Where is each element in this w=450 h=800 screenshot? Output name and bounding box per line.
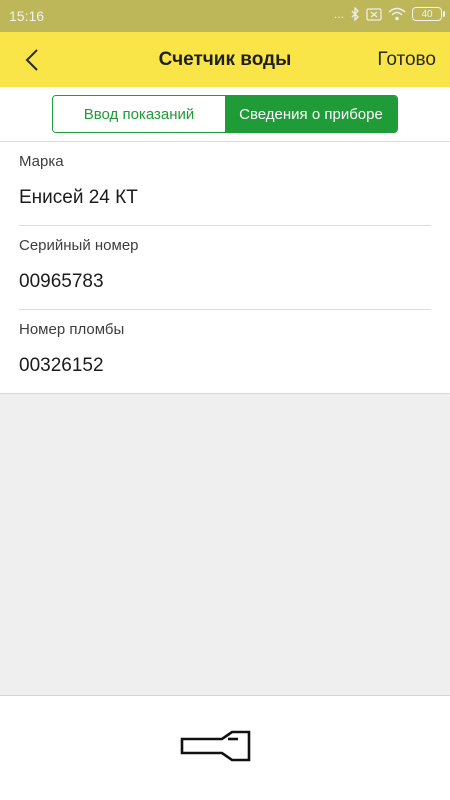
bottom-bar — [0, 695, 450, 800]
field-label: Марка — [19, 153, 64, 170]
field-label: Серийный номер — [19, 237, 139, 254]
back-button[interactable] — [18, 45, 48, 75]
segmented-control: Ввод показаний Сведения о приборе — [52, 95, 398, 133]
tab-device-info[interactable]: Сведения о приборе — [225, 96, 397, 132]
flashlight-button[interactable] — [178, 726, 254, 766]
tab-readings-input[interactable]: Ввод показаний — [53, 96, 225, 132]
sim-icon — [366, 7, 382, 21]
wifi-icon — [388, 7, 406, 21]
status-dots: ... — [333, 7, 344, 21]
field-brand[interactable]: Марка Енисей 24 КТ — [19, 142, 431, 226]
bluetooth-icon — [351, 7, 359, 21]
field-value: 00965783 — [19, 271, 104, 292]
status-time: 15:16 — [9, 8, 45, 24]
field-label: Номер пломбы — [19, 321, 125, 338]
status-icons: ... 40 — [333, 7, 445, 21]
chevron-left-icon — [25, 49, 38, 71]
battery-icon: 40 — [412, 7, 445, 21]
tabs-area: Ввод показаний Сведения о приборе — [0, 87, 450, 142]
field-value: Енисей 24 КТ — [19, 187, 138, 208]
status-bar: 15:16 ... 40 — [0, 0, 450, 32]
flashlight-icon — [180, 730, 251, 762]
battery-level: 40 — [421, 8, 433, 20]
field-value: 00326152 — [19, 355, 104, 376]
field-seal-number[interactable]: Номер пломбы 00326152 — [19, 310, 431, 394]
app-bar: Счетчик воды Готово — [0, 32, 450, 87]
done-button[interactable]: Готово — [377, 32, 436, 87]
device-details: Марка Енисей 24 КТ Серийный номер 009657… — [0, 142, 450, 394]
field-serial-number[interactable]: Серийный номер 00965783 — [19, 226, 431, 310]
